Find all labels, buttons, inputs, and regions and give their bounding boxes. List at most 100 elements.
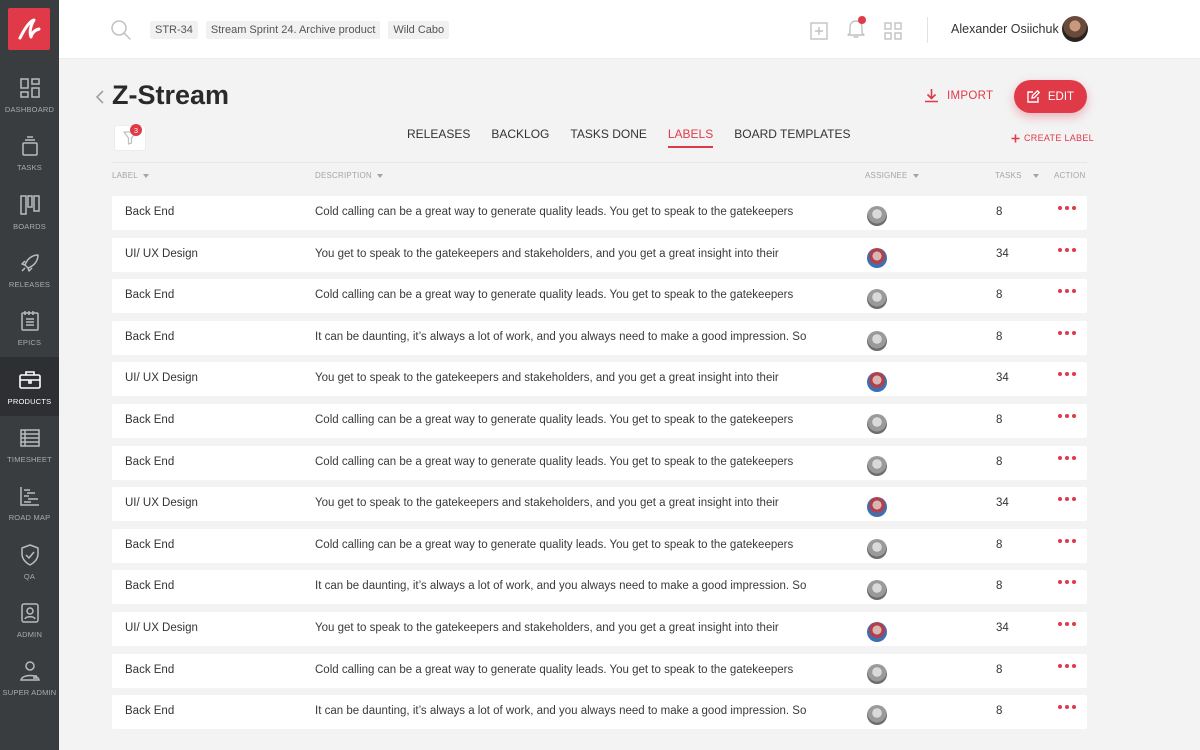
notifications-button[interactable] xyxy=(847,16,866,43)
more-actions-button[interactable] xyxy=(1058,206,1076,210)
edit-button[interactable]: EDIT xyxy=(1014,80,1087,113)
breadcrumb: STR-34 Stream Sprint 24. Archive product… xyxy=(150,21,450,39)
user-name[interactable]: Alexander Osiichuk xyxy=(951,22,1059,36)
logo-icon xyxy=(18,18,41,40)
more-actions-button[interactable] xyxy=(1058,538,1076,543)
sidebar-item-label: PRODUCTS xyxy=(7,396,52,406)
avatar[interactable] xyxy=(1062,16,1088,42)
avatar[interactable] xyxy=(867,580,887,601)
table-row[interactable]: Back End Cold calling can be a great way… xyxy=(112,403,1087,438)
sidebar-item-releases[interactable]: RELEASES xyxy=(0,241,59,299)
admin-icon xyxy=(20,603,39,623)
sidebar-item-label: RELEASES xyxy=(8,280,51,290)
sidebar-item-label: QA xyxy=(23,571,36,581)
breadcrumb-item[interactable]: Stream Sprint 24. Archive product xyxy=(205,21,381,39)
sidebar-item-roadmap[interactable]: ROAD MAP xyxy=(0,474,59,532)
column-header-description[interactable]: DESCRIPTION xyxy=(315,171,383,180)
avatar[interactable] xyxy=(867,372,887,393)
tasks-count-cell: 8 xyxy=(996,538,1003,551)
sidebar-item-super-admin[interactable]: SUPER ADMIN xyxy=(0,649,59,707)
add-square-icon[interactable] xyxy=(810,21,828,40)
table-row[interactable]: Back End Cold calling can be a great way… xyxy=(112,196,1087,230)
label-cell: Back End xyxy=(125,538,175,551)
tab-releases[interactable]: RELEASES xyxy=(407,127,470,148)
sidebar-item-timesheet[interactable]: TIMESHEET xyxy=(0,416,59,474)
table-row[interactable]: UI/ UX Design You get to speak to the ga… xyxy=(112,611,1087,646)
sidebar-item-products[interactable]: PRODUCTS xyxy=(0,357,59,416)
table-row[interactable]: Back End Cold calling can be a great way… xyxy=(112,445,1087,480)
description-cell: Cold calling can be a great way to gener… xyxy=(315,663,794,676)
sidebar-item-qa[interactable]: QA xyxy=(0,532,59,590)
sidebar-item-epics[interactable]: EPICS xyxy=(0,299,59,357)
sidebar-item-label: BOARDS xyxy=(13,221,46,231)
edit-icon xyxy=(1027,90,1040,103)
notification-dot xyxy=(858,16,866,24)
breadcrumb-item[interactable]: STR-34 xyxy=(150,21,198,39)
filter-button[interactable]: 3 xyxy=(114,124,146,151)
roadmap-icon xyxy=(19,487,39,506)
timesheet-icon xyxy=(19,429,40,447)
more-actions-button[interactable] xyxy=(1058,580,1076,585)
create-label-text: CREATE LABEL xyxy=(1024,133,1094,143)
table-row[interactable]: Back End Cold calling can be a great way… xyxy=(112,279,1087,314)
column-header-assignee[interactable]: ASSIGNEE xyxy=(865,171,919,180)
more-actions-button[interactable] xyxy=(1058,372,1076,377)
tasks-count-cell: 8 xyxy=(996,413,1003,426)
avatar[interactable] xyxy=(867,663,887,684)
app-logo[interactable] xyxy=(8,8,50,50)
avatar[interactable] xyxy=(867,455,887,476)
more-actions-button[interactable] xyxy=(1058,621,1076,626)
more-actions-button[interactable] xyxy=(1058,413,1076,418)
table-row[interactable]: UI/ UX Design You get to speak to the ga… xyxy=(112,362,1087,397)
table-row[interactable]: Back End Cold calling can be a great way… xyxy=(112,528,1087,563)
column-header-tasks[interactable]: TASKS xyxy=(995,171,1039,180)
avatar[interactable] xyxy=(867,621,887,642)
description-cell: It can be daunting, it’s always a lot of… xyxy=(315,330,807,343)
label-cell: Back End xyxy=(125,663,175,676)
table-row[interactable]: UI/ UX Design You get to speak to the ga… xyxy=(112,237,1087,272)
description-cell: You get to speak to the gatekeepers and … xyxy=(315,372,779,385)
more-actions-button[interactable] xyxy=(1058,330,1076,335)
table-row[interactable]: UI/ UX Design You get to speak to the ga… xyxy=(112,487,1087,522)
description-cell: Cold calling can be a great way to gener… xyxy=(315,289,794,302)
tab-board-templates[interactable]: BOARD TEMPLATES xyxy=(734,127,850,148)
column-header-text: DESCRIPTION xyxy=(315,171,372,180)
avatar[interactable] xyxy=(867,538,887,559)
apps-grid-icon[interactable] xyxy=(884,21,902,40)
more-actions-button[interactable] xyxy=(1058,289,1076,294)
table-row[interactable]: Back End It can be daunting, it’s always… xyxy=(112,695,1087,730)
sidebar-item-boards[interactable]: BOARDS xyxy=(0,183,59,241)
tab-tasks-done[interactable]: TASKS DONE xyxy=(570,127,646,148)
chevron-left-icon[interactable] xyxy=(95,89,105,105)
sidebar-item-dashboard[interactable]: DASHBOARD xyxy=(0,66,59,124)
top-bar: STR-34 Stream Sprint 24. Archive product… xyxy=(59,0,1200,59)
avatar[interactable] xyxy=(867,206,887,226)
import-button[interactable]: IMPORT xyxy=(924,88,993,103)
table-row[interactable]: Back End It can be daunting, it’s always… xyxy=(112,320,1087,355)
avatar[interactable] xyxy=(867,247,887,268)
column-header-label[interactable]: LABEL xyxy=(112,171,149,180)
more-actions-button[interactable] xyxy=(1058,663,1076,668)
more-actions-button[interactable] xyxy=(1058,247,1076,252)
table-row[interactable]: Back End It can be daunting, it’s always… xyxy=(112,570,1087,605)
avatar[interactable] xyxy=(867,413,887,434)
sidebar-item-tasks[interactable]: TASKS xyxy=(0,124,59,182)
search-icon[interactable] xyxy=(110,19,132,41)
avatar[interactable] xyxy=(867,289,887,310)
more-actions-button[interactable] xyxy=(1058,455,1076,460)
sidebar-item-admin[interactable]: ADMIN xyxy=(0,591,59,649)
more-actions-button[interactable] xyxy=(1058,705,1076,710)
tab-backlog[interactable]: BACKLOG xyxy=(491,127,549,148)
create-label-button[interactable]: CREATE LABEL xyxy=(1011,133,1094,143)
avatar[interactable] xyxy=(867,705,887,726)
breadcrumb-item[interactable]: Wild Cabo xyxy=(388,21,450,39)
import-label: IMPORT xyxy=(947,89,994,102)
avatar[interactable] xyxy=(867,497,887,518)
label-cell: UI/ UX Design xyxy=(125,621,198,634)
tasks-count-cell: 8 xyxy=(996,705,1003,718)
table-row[interactable]: Back End Cold calling can be a great way… xyxy=(112,653,1087,688)
avatar[interactable] xyxy=(867,330,887,351)
description-cell: Cold calling can be a great way to gener… xyxy=(315,413,794,426)
more-actions-button[interactable] xyxy=(1058,497,1076,502)
tab-labels[interactable]: LABELS xyxy=(667,127,714,148)
